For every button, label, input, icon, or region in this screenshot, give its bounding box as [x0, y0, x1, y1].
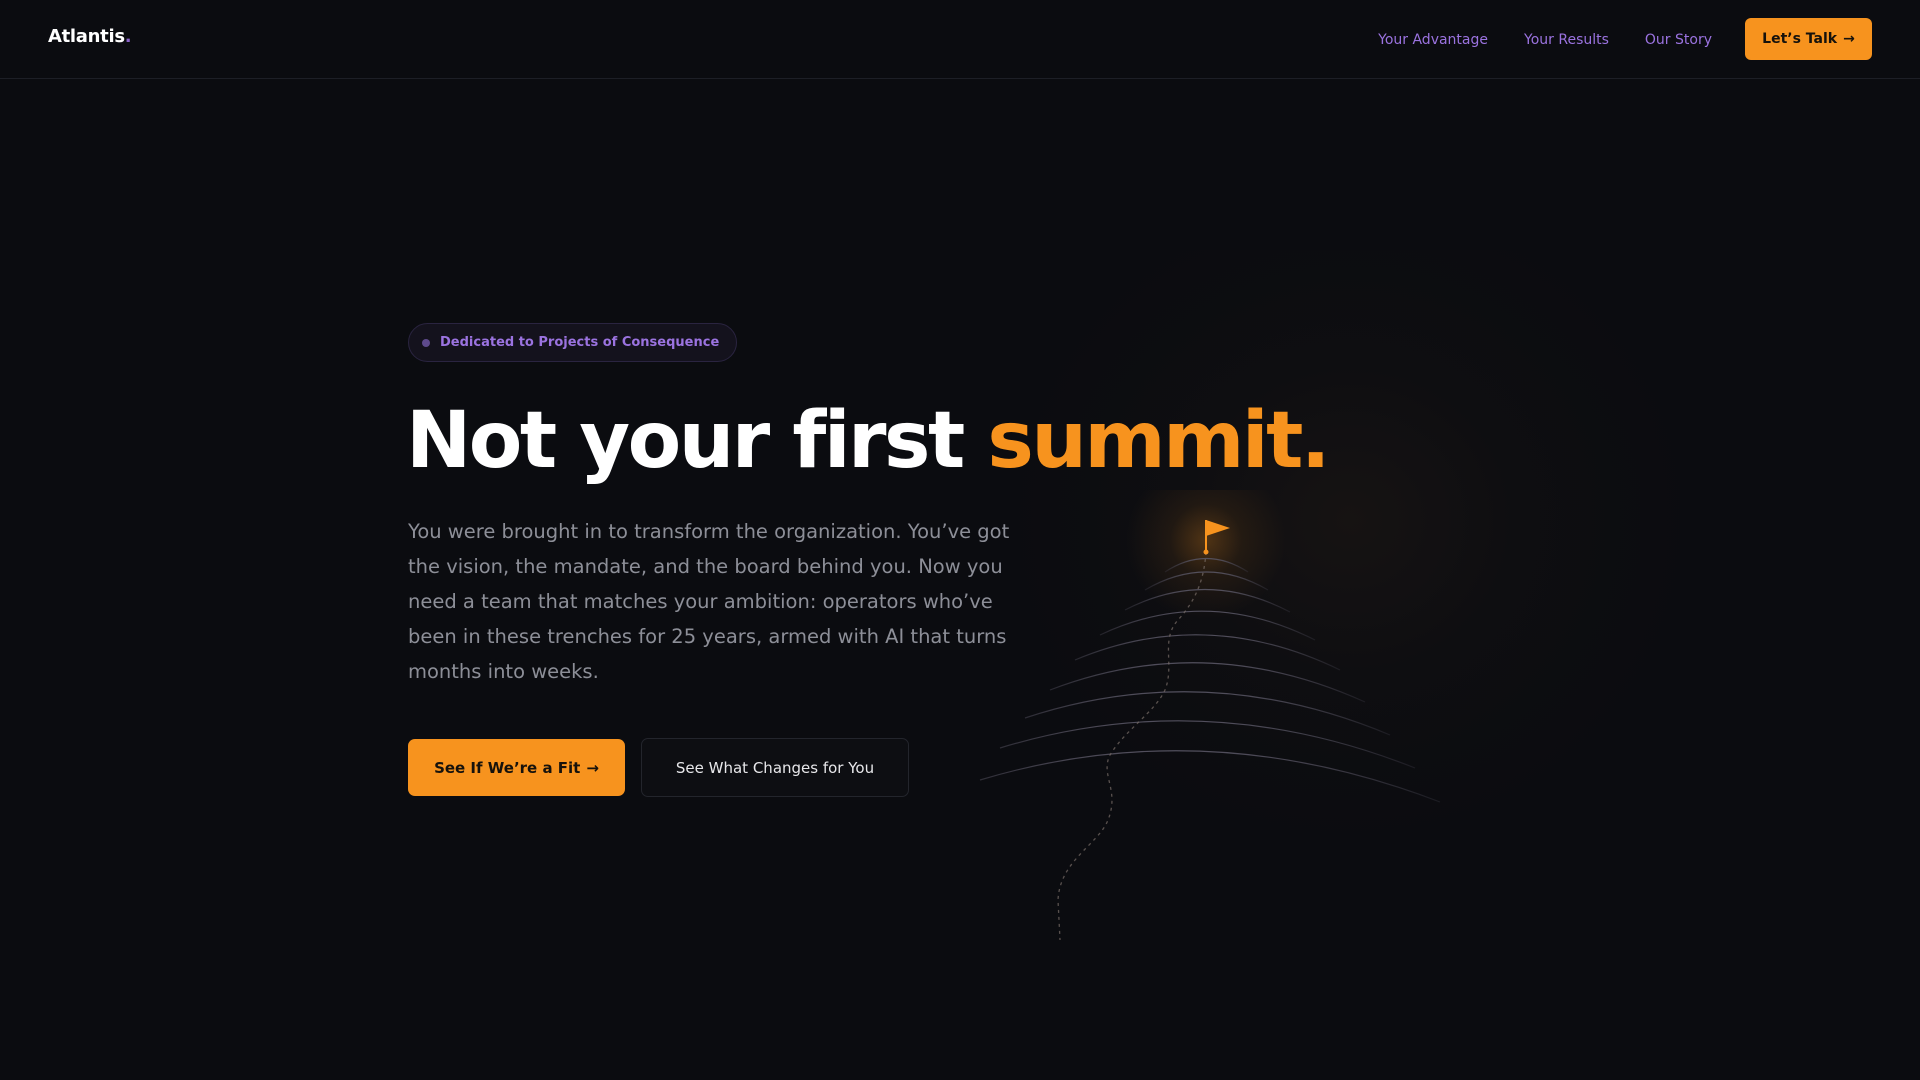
nav-link-your-results[interactable]: Your Results — [1524, 32, 1609, 48]
hero-description: You were brought in to transform the org… — [408, 520, 1010, 683]
logo-dot: . — [124, 26, 132, 47]
nav-link-your-advantage[interactable]: Your Advantage — [1378, 32, 1488, 48]
arrow-right-icon: → — [586, 758, 599, 777]
nav-link-our-story[interactable]: Our Story — [1645, 32, 1712, 48]
arrow-right-icon: → — [1843, 31, 1855, 47]
badge-text: Dedicated to Projects of Consequence — [440, 335, 720, 350]
page: Atlantis. Your Advantage Your Results Ou… — [0, 0, 1920, 1080]
hero-headline: Not your first summit. — [406, 395, 1331, 487]
nav-links: Your Advantage Your Results Our Story — [1378, 0, 1712, 79]
headline-accent: summit. — [987, 396, 1330, 486]
badge-dot-icon — [422, 338, 430, 347]
hero-badge: Dedicated to Projects of Consequence — [408, 323, 738, 362]
brand-logo[interactable]: Atlantis. — [48, 26, 132, 47]
logo-text: Atlantis — [48, 26, 125, 47]
see-what-changes-button[interactable]: See What Changes for You — [641, 738, 909, 797]
mountain-illustration — [979, 490, 1441, 941]
see-if-fit-label: See If We’re a Fit — [434, 758, 581, 777]
headline-main: Not your first — [406, 396, 965, 486]
lets-talk-label: Let’s Talk — [1762, 31, 1838, 47]
top-navbar: Atlantis. Your Advantage Your Results Ou… — [0, 0, 1920, 79]
lets-talk-button[interactable]: Let’s Talk → — [1745, 18, 1872, 60]
see-if-fit-button[interactable]: See If We’re a Fit → — [408, 739, 625, 796]
